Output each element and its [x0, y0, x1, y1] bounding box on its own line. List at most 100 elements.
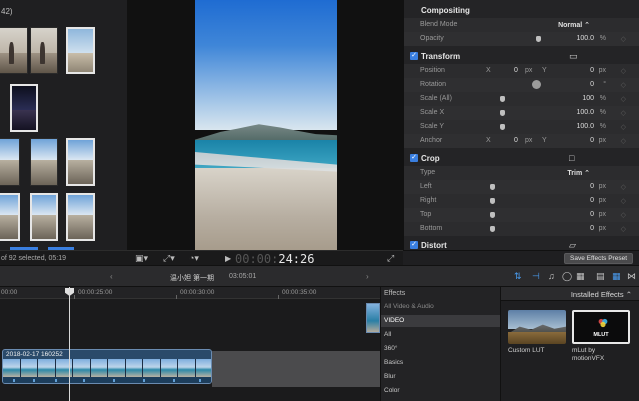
clip-thumbnail-selected[interactable]: [10, 84, 38, 132]
project-name: 温小妲 第一期: [170, 275, 214, 282]
inspector-toggle-icon[interactable]: ▤: [596, 271, 605, 282]
keyframe-icon[interactable]: ◇: [621, 109, 626, 117]
effects-category-blur[interactable]: Blur: [381, 371, 501, 383]
effects-category-color[interactable]: Color: [381, 385, 501, 397]
keyframe-icon[interactable]: ◇: [621, 95, 626, 103]
clip-thumbnail[interactable]: [30, 138, 58, 186]
rotation-dial[interactable]: [532, 80, 541, 89]
fullscreen-icon[interactable]: ⤢: [387, 253, 394, 264]
clip-appearance-icon[interactable]: ▦: [576, 271, 585, 282]
crop-right-label: Right: [420, 197, 437, 204]
blend-mode-popup[interactable]: Normal ⌃: [558, 21, 590, 29]
crop-checkbox[interactable]: ✓: [410, 154, 418, 162]
clip-thumbnail-selected[interactable]: [0, 193, 20, 241]
unit-label: %: [599, 95, 606, 102]
crop-left-value[interactable]: 0: [590, 183, 594, 190]
anchor-y-value[interactable]: 0: [590, 137, 594, 144]
keyframe-icon[interactable]: ◇: [621, 183, 626, 191]
scale-y-value[interactable]: 100.0: [576, 123, 594, 130]
clip-filmstrip: [3, 359, 211, 377]
clip-thumbnail[interactable]: [0, 138, 20, 186]
forward-arrow-icon[interactable]: ›: [366, 272, 369, 281]
scale-y-slider-knob[interactable]: [500, 124, 505, 130]
playhead[interactable]: [69, 287, 70, 401]
timeline-clip[interactable]: 2018-02-17 160252: [2, 349, 212, 384]
keyframe-icon[interactable]: ◇: [621, 67, 626, 75]
effect-caption: Custom LUT: [508, 347, 545, 354]
keyframe-icon[interactable]: ◇: [621, 123, 626, 131]
section-crop[interactable]: ✓ Crop □: [404, 153, 639, 165]
scale-x-label: Scale X: [420, 109, 445, 116]
position-x-value[interactable]: 0: [514, 67, 518, 74]
crop-top-slider-knob[interactable]: [490, 212, 495, 218]
mlut-logo-icon: [598, 318, 608, 328]
effects-category-360[interactable]: 360°: [381, 343, 501, 355]
clip-thumbnail[interactable]: [0, 27, 28, 74]
clip-thumbnail[interactable]: [30, 27, 58, 74]
back-arrow-icon[interactable]: ‹: [110, 272, 113, 281]
connected-clip[interactable]: [366, 303, 380, 333]
timeline-ruler[interactable]: 00:00 00:00:25:00 00:00:30:00 00:00:35:0…: [0, 287, 380, 299]
solo-icon[interactable]: ◯: [562, 271, 572, 282]
keyframe-icon[interactable]: ◇: [621, 81, 626, 89]
scale-slider-knob[interactable]: [500, 96, 505, 102]
snapping-icon[interactable]: ⊣: [532, 271, 540, 282]
keyframe-icon[interactable]: ◇: [621, 137, 626, 145]
clip-name: 2018-02-17 160252: [6, 351, 63, 358]
section-title: Crop: [421, 154, 440, 163]
crop-type-popup[interactable]: Trim ⌃: [567, 169, 590, 177]
crop-right-value[interactable]: 0: [590, 197, 594, 204]
transform-onscreen-icon[interactable]: ▭: [569, 51, 578, 62]
scale-x-value[interactable]: 100.0: [576, 109, 594, 116]
crop-bottom-slider-knob[interactable]: [490, 226, 495, 232]
section-transform[interactable]: ✓ Transform ▭: [404, 51, 639, 63]
timeline[interactable]: 00:00 00:00:25:00 00:00:30:00 00:00:35:0…: [0, 287, 380, 401]
effects-category-all[interactable]: All: [381, 329, 501, 341]
section-compositing[interactable]: Compositing: [404, 5, 639, 17]
keyframe-icon[interactable]: ◇: [621, 197, 626, 205]
scale-x-slider-knob[interactable]: [500, 110, 505, 116]
effects-category-basics[interactable]: Basics: [381, 357, 501, 369]
crop-left-slider-knob[interactable]: [490, 184, 495, 190]
keyframe-icon[interactable]: ◇: [621, 225, 626, 233]
clip-audio-waveform: [3, 377, 211, 383]
effects-browser-icon[interactable]: ▦: [612, 271, 621, 282]
position-label: Position: [420, 67, 445, 74]
crop-onscreen-icon[interactable]: □: [569, 153, 574, 163]
keyframe-icon[interactable]: ◇: [621, 211, 626, 219]
retime-icon[interactable]: ◔▾: [189, 253, 199, 264]
effects-category-video[interactable]: VIDEO: [381, 315, 501, 327]
audio-skimming-icon[interactable]: ♫: [548, 271, 555, 281]
section-title: Compositing: [421, 6, 470, 15]
crop-top-value[interactable]: 0: [590, 211, 594, 218]
position-y-value[interactable]: 0: [590, 67, 594, 74]
clip-thumbnail-selected[interactable]: [66, 27, 95, 74]
transform-tool-icon[interactable]: ⤢▾: [163, 253, 175, 264]
scale-all-label: Scale (All): [420, 95, 452, 102]
clip-thumbnail-selected[interactable]: [66, 193, 95, 241]
effect-tile-mlut[interactable]: MLUT: [572, 310, 630, 344]
opacity-label: Opacity: [420, 35, 444, 42]
opacity-value[interactable]: 100.0: [576, 35, 594, 42]
viewer[interactable]: ▣▾ ⤢▾ ◔▾ ▶ 00:00:24:26 ⤢: [127, 0, 403, 266]
effect-tile-custom-lut[interactable]: [508, 310, 566, 344]
anchor-x-value[interactable]: 0: [514, 137, 518, 144]
distort-checkbox[interactable]: ✓: [410, 241, 418, 249]
opacity-slider-knob[interactable]: [536, 36, 541, 42]
unit-label: px: [525, 137, 533, 144]
effects-category-all-video-audio[interactable]: All Video & Audio: [381, 301, 501, 313]
clip-thumbnail-selected[interactable]: [30, 193, 58, 241]
keyframe-icon[interactable]: ◇: [621, 35, 626, 43]
scale-all-value[interactable]: 100: [582, 95, 594, 102]
play-icon[interactable]: ▶: [225, 253, 231, 264]
installed-effects-popup[interactable]: Installed Effects ⌃: [571, 290, 632, 299]
transitions-browser-icon[interactable]: ⋈: [627, 271, 636, 282]
rotation-value[interactable]: 0: [590, 81, 594, 88]
skimming-icon[interactable]: ⇅: [514, 271, 522, 282]
transform-checkbox[interactable]: ✓: [410, 52, 418, 60]
save-effects-preset-button[interactable]: Save Effects Preset: [564, 253, 633, 264]
crop-right-slider-knob[interactable]: [490, 198, 495, 204]
clip-thumbnail-selected[interactable]: [66, 138, 95, 186]
view-options-icon[interactable]: ▣▾: [135, 253, 148, 264]
crop-bottom-value[interactable]: 0: [590, 225, 594, 232]
